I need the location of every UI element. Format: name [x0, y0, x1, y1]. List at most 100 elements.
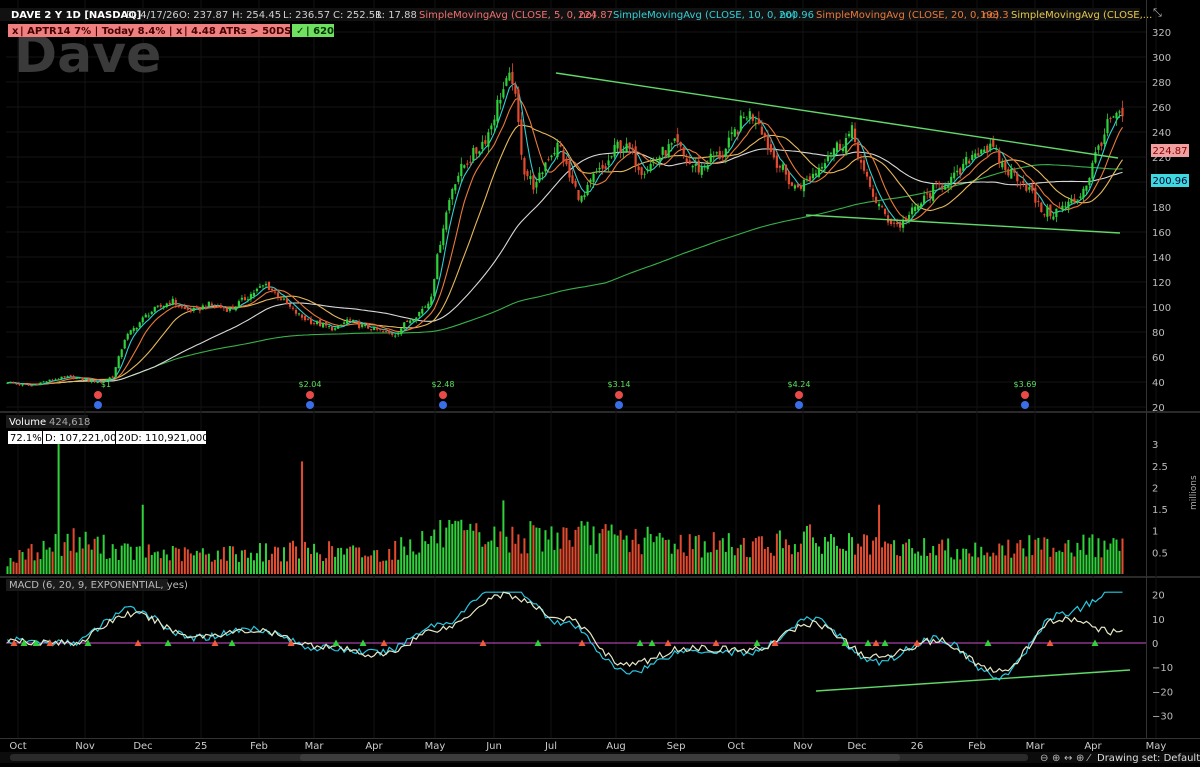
volume-bar [198, 552, 201, 574]
volume-bar [781, 548, 784, 574]
aptr-remove-icon[interactable]: x [12, 26, 19, 37]
volume-bar [1028, 535, 1031, 574]
volume-bar [412, 551, 415, 574]
candle-body [39, 382, 42, 385]
collapse-icon[interactable]: ⤡ [1153, 6, 1162, 19]
candle-body [276, 292, 280, 298]
volume-bar [814, 543, 817, 574]
candle-body [63, 376, 66, 378]
volume-bar [63, 542, 66, 574]
volume-bar [75, 552, 78, 574]
candle-body [81, 377, 84, 380]
scrollbar-thumb[interactable] [300, 754, 900, 761]
volume-bar [986, 552, 989, 574]
candle-body [69, 375, 72, 377]
candle-body [929, 193, 932, 198]
candle-body [883, 208, 887, 215]
volume-title[interactable]: Volume [9, 417, 46, 428]
candle-body [180, 305, 183, 308]
volume-bar [784, 539, 787, 574]
sma50-label[interactable]: SimpleMovingAvg (CLOSE,... [1011, 10, 1152, 21]
zoom-out-icon[interactable]: ⊖ [1040, 753, 1048, 764]
drawing-set-label[interactable]: Drawing set: Default [1097, 753, 1200, 764]
macd-title[interactable]: MACD (6, 20, 9, EXPONENTIAL, yes) [9, 580, 188, 591]
volume-bar [138, 546, 141, 574]
dividend-info-icon [306, 401, 314, 409]
volume-bar [1010, 557, 1013, 574]
volume-bar [162, 549, 165, 574]
volume-bar [571, 546, 574, 574]
volume-bar [932, 545, 935, 574]
volume-bar [989, 556, 992, 574]
volume-bar [487, 541, 490, 574]
volume-bar [307, 547, 310, 574]
candle-body [577, 189, 580, 200]
volume-bar [760, 536, 763, 574]
volume-bar [367, 556, 370, 574]
candle-body [862, 160, 866, 171]
atr-remove-icon[interactable]: x [176, 26, 183, 37]
volume-bar [147, 544, 150, 574]
candle-body [469, 161, 472, 163]
candle-body [808, 176, 812, 181]
volume-bar [634, 529, 637, 574]
candle-body [667, 144, 670, 158]
zoom-in-icon[interactable]: ⊕ [1052, 753, 1060, 764]
candle-body [733, 129, 736, 137]
volume-bar [787, 545, 790, 574]
volume-bar [279, 561, 282, 574]
candle-body [763, 133, 766, 136]
volume-bar [153, 552, 156, 574]
candle-body [640, 167, 643, 175]
volume-bar [766, 546, 769, 574]
symbol-label[interactable]: DAVE 2 Y 1D [NASDAQ] [11, 10, 141, 21]
volume-bar [12, 561, 15, 574]
candle-body [664, 150, 667, 156]
volume-bar [430, 536, 433, 574]
candle-body [499, 99, 502, 104]
candle-body [252, 292, 256, 296]
volume-bar [938, 543, 941, 574]
candle-body [484, 140, 487, 144]
pan-icon[interactable]: ↔ [1064, 753, 1072, 764]
volume-bar [568, 540, 571, 574]
volume-bar [346, 548, 349, 574]
candle-body [457, 175, 460, 182]
chart-canvas[interactable]: Dave $1 $2.04 $2.48 $3.14 $4.24 $3.69 3203002… [0, 0, 1200, 764]
volume-bar [649, 534, 652, 574]
candle-body [811, 173, 815, 179]
time-tick-label: Dec [847, 741, 866, 752]
volume-bar [186, 549, 189, 574]
panel-divider[interactable] [0, 411, 1200, 413]
macd-tick-label: 10 [1152, 615, 1165, 626]
crosshair-icon[interactable]: ⊕ [1076, 753, 1084, 764]
candle-body [823, 163, 827, 169]
candle-body [436, 254, 439, 280]
volume-bar [556, 532, 559, 574]
candle-body [983, 149, 986, 153]
candle-body [204, 306, 207, 308]
volume-bar [1025, 556, 1028, 574]
volume-bar [721, 538, 724, 574]
sma5-label[interactable]: SimpleMovingAvg (CLOSE, 5, 0, no) [419, 10, 596, 21]
volume-bar [736, 548, 739, 574]
volume-bar [436, 543, 439, 574]
panel-divider[interactable] [0, 576, 1200, 578]
candle-body [1049, 204, 1052, 217]
volume-value: 424,618 [49, 417, 90, 428]
volume-bar [763, 548, 766, 574]
sma20-label[interactable]: SimpleMovingAvg (CLOSE, 20, 0, no) [816, 10, 999, 21]
candle-body [66, 376, 69, 378]
volume-bar [391, 559, 394, 574]
volume-bar [793, 544, 796, 574]
check-icon: ✓ [296, 26, 304, 37]
volume-bar [493, 526, 496, 574]
candle-body [796, 184, 800, 188]
candle-body [463, 165, 466, 168]
candle-body [355, 321, 358, 323]
candle-body [898, 221, 902, 228]
sma10-label[interactable]: SimpleMovingAvg (CLOSE, 10, 0, no) [613, 10, 796, 21]
candle-body [237, 301, 241, 307]
volume-bar [322, 561, 325, 574]
candle-body [358, 321, 361, 328]
